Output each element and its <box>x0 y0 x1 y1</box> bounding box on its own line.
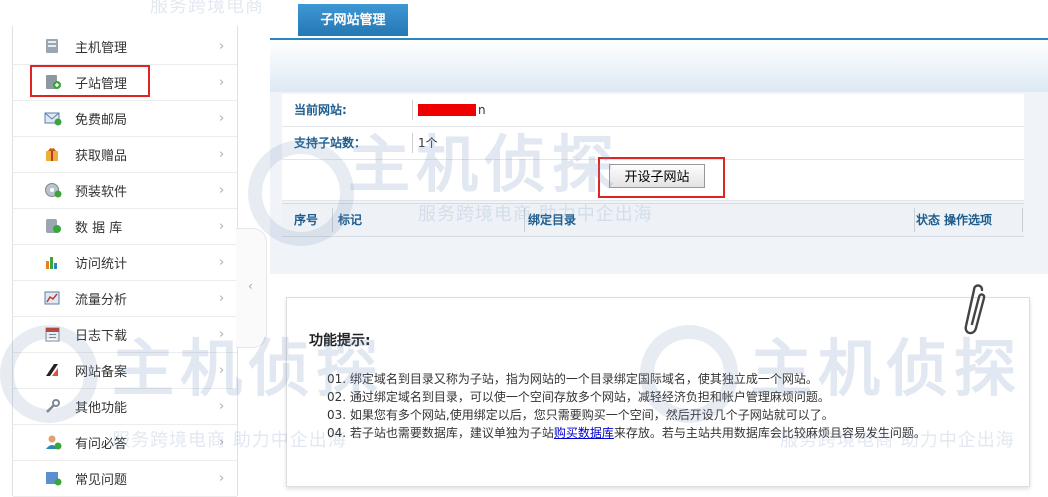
tip-line-prefix: 04. 若子站也需要数据库，建议单独为子站 <box>327 426 554 440</box>
subsite-count-row: 支持子站数： 1个 <box>282 127 1024 160</box>
chevron-right-icon: › <box>219 290 225 306</box>
sidebar-item-label: 访问统计 <box>75 256 128 272</box>
sidebar-item-label: 免费邮局 <box>75 112 128 128</box>
tip-line: 04. 若子站也需要数据库，建议单独为子站购买数据库来存放。若与主站共用数据库会… <box>327 424 926 441</box>
chevron-right-icon: › <box>219 470 225 486</box>
chevron-right-icon: › <box>219 218 225 234</box>
column-header-actions: 操作选项 <box>944 213 993 227</box>
column-header-index: 序号 <box>294 213 319 227</box>
sidebar-item-label: 其他功能 <box>75 400 128 416</box>
redacted-domain <box>418 104 476 116</box>
column-header-directory: 绑定目录 <box>528 213 577 227</box>
current-site-value: n <box>478 103 486 117</box>
log-download-icon <box>44 326 62 342</box>
sidebar-item-mail[interactable]: 免费邮局 › <box>13 100 237 137</box>
sidebar-item-label: 获取赠品 <box>75 148 128 164</box>
sidebar-item-traffic[interactable]: 流量分析 › <box>13 280 237 317</box>
chevron-right-icon: › <box>219 38 225 54</box>
tip-line: 01. 绑定域名到目录又称为子站，指为网站的一个目录绑定国际域名，使其独立成一个… <box>327 372 818 386</box>
tips-title: 功能提示: <box>309 333 371 349</box>
chevron-left-icon: ‹ <box>248 279 253 293</box>
header-band <box>270 40 1048 92</box>
sidebar-item-other[interactable]: 其他功能 › <box>13 388 237 425</box>
sidebar-item-gift[interactable]: 获取赠品 › <box>13 136 237 173</box>
sidebar-item-label: 网站备案 <box>75 364 128 380</box>
sidebar-item-label: 流量分析 <box>75 292 128 308</box>
separator <box>412 133 413 153</box>
sidebar-item-label: 预装软件 <box>75 184 128 200</box>
chevron-right-icon: › <box>219 182 225 198</box>
qa-icon <box>44 434 62 450</box>
sidebar-item-qa[interactable]: 有问必答 › <box>13 424 237 461</box>
paperclip-icon <box>964 284 986 335</box>
chevron-right-icon: › <box>219 254 225 270</box>
tool-icon <box>44 398 62 414</box>
sidebar-item-database[interactable]: 数 据 库 › <box>13 208 237 245</box>
tips-panel: 功能提示: 01. 绑定域名到目录又称为子站，指为网站的一个目录绑定国际域名，使… <box>286 297 1030 487</box>
software-icon <box>44 182 62 198</box>
chevron-right-icon: › <box>219 326 225 342</box>
mail-icon <box>44 110 62 126</box>
tab-bar: 子网站管理 <box>270 0 1048 40</box>
sidebar-item-label: 有问必答 <box>75 436 128 452</box>
subsite-count-value: 1个 <box>418 136 438 150</box>
chevron-right-icon: › <box>219 74 225 90</box>
tip-line: 03. 如果您有多个网站,使用绑定以后，您只需要购买一个空间，然后开设几个子网站… <box>327 408 834 422</box>
chevron-right-icon: › <box>219 146 225 162</box>
selected-item-highlight <box>30 65 150 97</box>
sidebar-item-label: 数 据 库 <box>75 220 123 236</box>
separator <box>332 208 333 232</box>
stats-icon <box>44 254 62 270</box>
sidebar-item-faq[interactable]: 常见问题 › <box>13 460 237 497</box>
traffic-icon <box>44 290 62 306</box>
separator <box>412 100 413 120</box>
column-header-status: 状态 <box>916 213 941 227</box>
subsite-count-label: 支持子站数： <box>294 136 367 150</box>
sidebar-item-software[interactable]: 预装软件 › <box>13 172 237 209</box>
separator <box>524 208 525 232</box>
gift-icon <box>44 146 62 162</box>
sidebar-item-record[interactable]: 网站备案 › <box>13 352 237 389</box>
separator <box>1022 208 1023 232</box>
record-icon <box>44 362 62 378</box>
button-highlight <box>598 157 725 198</box>
sidebar-collapse-handle[interactable]: ‹ <box>236 228 267 348</box>
sidebar-item-label: 主机管理 <box>75 40 128 56</box>
chevron-right-icon: › <box>219 362 225 378</box>
sidebar-item-label: 日志下载 <box>75 328 128 344</box>
chevron-right-icon: › <box>219 434 225 450</box>
current-site-row: 当前网站: n <box>282 94 1024 127</box>
subsite-table-header: 序号 标记 绑定目录 状态 操作选项 <box>282 203 1024 237</box>
sidebar-item-label: 常见问题 <box>75 472 128 488</box>
buy-database-link[interactable]: 购买数据库 <box>554 426 614 440</box>
tip-line-suffix: 来存放。若与主站共用数据库会比较麻烦且容易发生问题。 <box>613 426 926 440</box>
current-site-label: 当前网站: <box>294 103 347 117</box>
database-icon <box>44 218 62 234</box>
chevron-right-icon: › <box>219 398 225 414</box>
tab-subsite-management[interactable]: 子网站管理 <box>298 4 408 36</box>
tip-line: 02. 通过绑定域名到目录，可以使一个空间存放多个网站，减轻经济负担和帐户管理麻… <box>327 390 830 404</box>
column-header-mark: 标记 <box>338 213 363 227</box>
sidebar-item-stats[interactable]: 访问统计 › <box>13 244 237 281</box>
sidebar-item-host[interactable]: 主机管理 › <box>13 28 237 65</box>
server-icon <box>44 38 62 54</box>
faq-icon <box>44 470 62 486</box>
sidebar-item-log[interactable]: 日志下载 › <box>13 316 237 353</box>
separator <box>914 208 915 232</box>
chevron-right-icon: › <box>219 110 225 126</box>
